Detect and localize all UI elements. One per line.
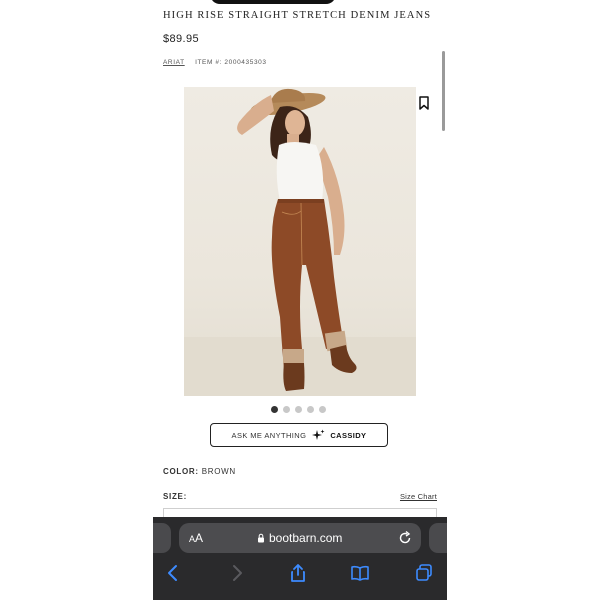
ask-assistant-button[interactable]: ASK ME ANYTHING CASSIDY	[210, 423, 388, 447]
carousel-dot-1[interactable]	[271, 406, 278, 413]
assistant-name: CASSIDY	[330, 430, 367, 440]
product-meta: ARIAT ITEM #: 2000435303	[163, 59, 267, 66]
product-title: HIGH RISE STRAIGHT STRETCH DENIM JEANS	[163, 10, 432, 21]
address-bar[interactable]: AA bootbarn.com	[179, 523, 421, 553]
carousel-dot-5[interactable]	[319, 406, 326, 413]
forward-icon[interactable]	[227, 563, 247, 583]
carousel-dot-4[interactable]	[307, 406, 314, 413]
back-icon[interactable]	[163, 563, 183, 583]
bookmarks-icon[interactable]	[350, 563, 370, 583]
carousel-dots	[271, 406, 326, 413]
safari-bottom-bar	[153, 561, 447, 591]
previous-tab-peek[interactable]	[153, 523, 171, 553]
text-size-button[interactable]: AA	[189, 531, 203, 545]
scrollbar-thumb[interactable]	[442, 51, 445, 131]
carousel-dot-2[interactable]	[283, 406, 290, 413]
sparkle-icon	[312, 429, 325, 440]
size-chart-link[interactable]: Size Chart	[400, 492, 437, 501]
url-host: bootbarn.com	[257, 531, 342, 545]
carousel-dot-3[interactable]	[295, 406, 302, 413]
color-row: COLOR: BROWN	[163, 467, 236, 476]
model-illustration	[184, 88, 416, 396]
next-tab-peek[interactable]	[429, 523, 447, 553]
url-host-text: bootbarn.com	[269, 531, 343, 545]
ask-prefix: ASK ME ANYTHING	[231, 430, 307, 440]
product-price: $89.95	[163, 33, 200, 45]
share-icon[interactable]	[288, 563, 308, 583]
size-row: SIZE: Size Chart	[163, 492, 437, 501]
color-value: BROWN	[201, 467, 236, 476]
color-label: COLOR:	[163, 467, 199, 476]
browser-toolbar: AA bootbarn.com	[153, 517, 447, 600]
reload-icon[interactable]	[397, 530, 413, 546]
size-label: SIZE:	[163, 492, 187, 501]
lock-icon	[258, 533, 264, 543]
bookmark-icon[interactable]	[417, 95, 431, 111]
brand-link[interactable]: ARIAT	[163, 59, 185, 66]
product-photo[interactable]	[184, 87, 416, 396]
phone-viewport: HIGH RISE STRAIGHT STRETCH DENIM JEANS $…	[153, 0, 447, 600]
device-notch	[210, 0, 336, 4]
item-number: ITEM #: 2000435303	[195, 59, 267, 66]
tabs-icon[interactable]	[414, 563, 434, 583]
